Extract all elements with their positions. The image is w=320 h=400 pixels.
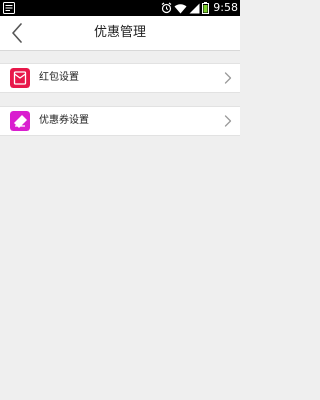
alarm-icon bbox=[161, 2, 172, 14]
menu-item-label: 红包设置 bbox=[39, 72, 79, 83]
menu-item-red-packet-settings[interactable]: 红包设置 bbox=[0, 63, 240, 93]
chevron-right-icon bbox=[224, 72, 232, 84]
nav-bar: 优惠管理 bbox=[0, 16, 240, 51]
page-title: 优惠管理 bbox=[93, 25, 146, 40]
coupon-icon bbox=[10, 111, 30, 131]
notification-icon bbox=[3, 2, 15, 14]
signal-icon bbox=[189, 3, 200, 13]
red-packet-icon bbox=[10, 68, 30, 88]
status-bar: 9:58 bbox=[0, 0, 240, 16]
menu-item-coupon-settings[interactable]: 优惠券设置 bbox=[0, 106, 240, 136]
battery-icon bbox=[202, 2, 210, 14]
menu-item-label: 优惠券设置 bbox=[39, 115, 89, 126]
wifi-icon bbox=[174, 3, 187, 13]
status-time: 9:58 bbox=[213, 1, 238, 14]
chevron-right-icon bbox=[224, 115, 232, 127]
